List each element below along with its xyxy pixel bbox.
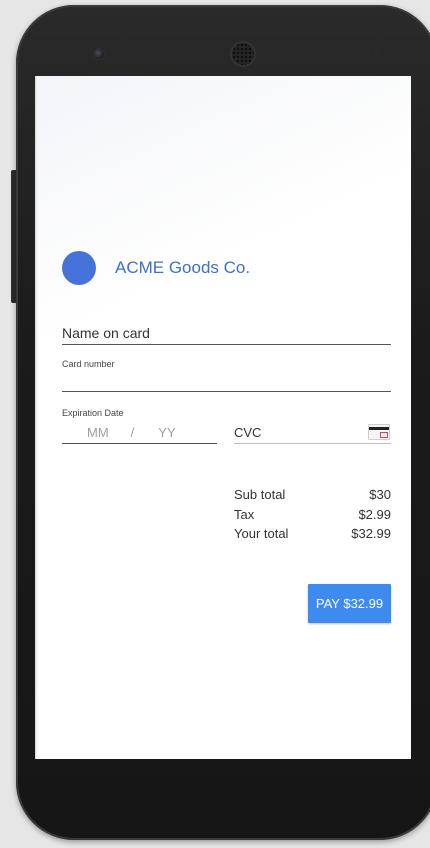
name-on-card-placeholder: Name on card [62, 325, 150, 341]
summary-label: Your total [234, 526, 289, 541]
card-number-label: Card number [62, 359, 115, 369]
order-summary: Sub total $30 Tax $2.99 Your total $32.9… [234, 485, 391, 544]
pay-button[interactable]: PAY $32.99 [308, 584, 391, 623]
cvc-input[interactable]: CVC [234, 421, 391, 444]
summary-value: $2.99 [358, 506, 391, 522]
cvc-placeholder: CVC [234, 424, 262, 440]
expiration-year-placeholder: YY [158, 424, 176, 440]
device-mockup: ACME Goods Co. Name on card Card number … [0, 0, 430, 848]
summary-label: Sub total [234, 487, 286, 502]
screen-edge [35, 76, 38, 759]
speaker-grille [232, 43, 254, 65]
card-number-input[interactable]: Card number [62, 358, 391, 392]
expiration-date-input[interactable]: MM / YY [62, 421, 217, 444]
summary-value: $32.99 [351, 526, 391, 541]
expiration-date-label: Expiration Date [62, 408, 124, 418]
credit-card-cvc-icon [368, 424, 390, 440]
merchant-header: ACME Goods Co. [62, 250, 250, 286]
light-sensor [381, 51, 385, 55]
merchant-logo-icon [62, 251, 96, 285]
summary-value: $30 [369, 487, 391, 502]
merchant-name: ACME Goods Co. [115, 258, 251, 277]
name-on-card-input[interactable]: Name on card [62, 324, 391, 345]
summary-label: Tax [234, 506, 255, 522]
expiration-month-placeholder: MM [87, 424, 109, 440]
expiration-separator: / [130, 424, 135, 440]
summary-row-subtotal: Sub total $30 [234, 485, 391, 505]
camera-icon [94, 49, 104, 59]
summary-row-total: Your total $32.99 [234, 524, 391, 544]
proximity-sensor [371, 51, 375, 55]
phone-screen: ACME Goods Co. Name on card Card number … [35, 76, 411, 759]
summary-row-tax: Tax $2.99 [234, 505, 391, 525]
